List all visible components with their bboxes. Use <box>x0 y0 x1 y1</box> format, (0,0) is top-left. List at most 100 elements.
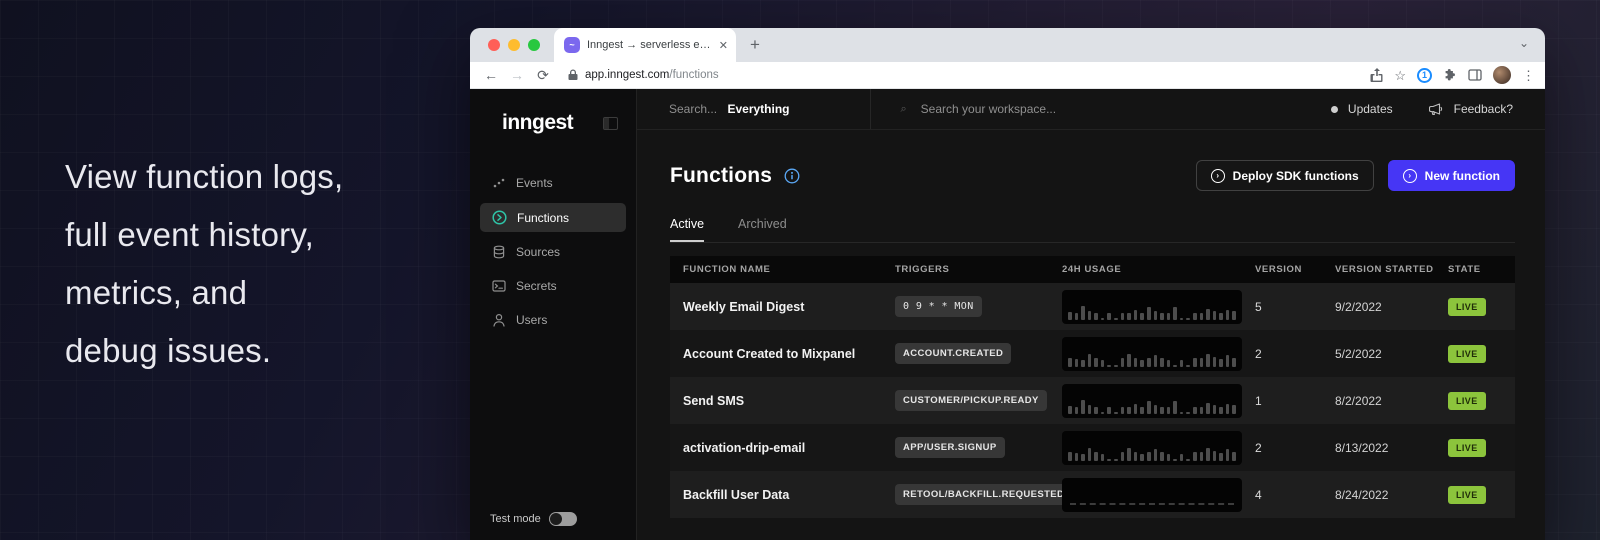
browser-toolbar: ← → ⟳ app.inngest.com/functions ☆ 1 ⋮ <box>470 62 1545 89</box>
trigger-badge: RETOOL/BACKFILL.REQUESTED <box>895 484 1072 505</box>
tab-title: Inngest → serverless event-dri <box>587 39 712 51</box>
state-badge: LIVE <box>1448 392 1486 410</box>
trigger-badge: 0 9 * * MON <box>895 296 982 317</box>
info-icon[interactable] <box>784 168 800 184</box>
collapse-sidebar-icon[interactable] <box>603 117 618 130</box>
lock-icon <box>568 69 578 81</box>
browser-menu-icon[interactable]: ⋮ <box>1522 69 1535 82</box>
trigger-badge: APP/USER.SIGNUP <box>895 437 1005 458</box>
usage-sparkline <box>1062 384 1242 418</box>
state-badge: LIVE <box>1448 345 1486 363</box>
sidebar-item-events[interactable]: Events <box>480 169 626 197</box>
list-tabs: Active Archived <box>670 217 1515 243</box>
state-badge: LIVE <box>1448 298 1486 316</box>
tab-archived[interactable]: Archived <box>738 217 787 242</box>
version-started-date: 8/2/2022 <box>1335 394 1448 408</box>
reload-button[interactable]: ⟳ <box>532 67 554 84</box>
col-version-started: VERSION STARTED <box>1335 264 1448 275</box>
secrets-icon <box>492 280 506 292</box>
state-badge: LIVE <box>1448 486 1486 504</box>
sidebar-item-sources[interactable]: Sources <box>480 238 626 266</box>
function-row[interactable]: activation-drip-email APP/USER.SIGNUP 2 … <box>670 424 1515 471</box>
search-scope-selector[interactable]: Everything <box>727 102 789 116</box>
sidebar-nav: Events Functions Sources Secrets <box>470 161 636 342</box>
close-window-button[interactable] <box>488 39 500 51</box>
feedback-link[interactable]: Feedback? <box>1454 102 1513 116</box>
sidebar-item-secrets[interactable]: Secrets <box>480 272 626 300</box>
hero-line: metrics, and <box>65 264 343 322</box>
function-row[interactable]: Backfill User Data RETOOL/BACKFILL.REQUE… <box>670 471 1515 518</box>
address-bar[interactable]: app.inngest.com/functions <box>558 69 1358 81</box>
function-name: Backfill User Data <box>683 488 895 502</box>
function-row[interactable]: Account Created to Mixpanel ACCOUNT.CREA… <box>670 330 1515 377</box>
browser-tab-strip: ~ Inngest → serverless event-dri ✕ + ⌄ <box>470 28 1545 62</box>
search-icon: ⌕ <box>901 103 907 116</box>
toolbar-icons: ☆ 1 ⋮ <box>1370 66 1535 84</box>
sources-icon <box>492 245 506 259</box>
new-tab-button[interactable]: + <box>750 35 760 55</box>
sidebar-item-users[interactable]: Users <box>480 306 626 334</box>
updates-link[interactable]: Updates <box>1348 102 1393 116</box>
function-name: Weekly Email Digest <box>683 300 895 314</box>
version-started-date: 8/24/2022 <box>1335 488 1448 502</box>
col-function-name: FUNCTION NAME <box>683 264 895 275</box>
topbar-divider <box>870 89 871 129</box>
sidebar-item-label: Functions <box>517 211 569 225</box>
onepassword-extension-icon[interactable]: 1 <box>1417 68 1432 83</box>
inngest-logo: inngest <box>502 111 573 135</box>
updates-dot-icon <box>1331 106 1338 113</box>
events-icon <box>492 176 506 190</box>
browser-window: ~ Inngest → serverless event-dri ✕ + ⌄ ←… <box>470 28 1545 540</box>
functions-icon <box>492 210 507 225</box>
marketing-banner: View function logs, full event history, … <box>0 0 1600 540</box>
side-panel-icon[interactable] <box>1468 69 1482 81</box>
window-controls[interactable] <box>488 39 540 51</box>
trigger-badge: CUSTOMER/PICKUP.READY <box>895 390 1047 411</box>
tab-search-chevron-icon[interactable]: ⌄ <box>1519 36 1529 50</box>
sidebar-item-label: Events <box>516 176 553 190</box>
col-24h-usage: 24H USAGE <box>1062 264 1255 275</box>
function-name: Account Created to Mixpanel <box>683 347 895 361</box>
function-version: 4 <box>1255 488 1335 502</box>
state-badge: LIVE <box>1448 439 1486 457</box>
table-header: FUNCTION NAME TRIGGERS 24H USAGE VERSION… <box>670 256 1515 283</box>
version-started-date: 5/2/2022 <box>1335 347 1448 361</box>
hero-line: View function logs, <box>65 148 343 206</box>
browser-tab[interactable]: ~ Inngest → serverless event-dri ✕ <box>554 28 736 62</box>
page-title: Functions <box>670 164 772 188</box>
function-row[interactable]: Weekly Email Digest 0 9 * * MON 5 9/2/20… <box>670 283 1515 330</box>
usage-sparkline <box>1062 431 1242 465</box>
usage-sparkline <box>1062 478 1242 512</box>
col-triggers: TRIGGERS <box>895 264 1062 275</box>
inngest-favicon: ~ <box>564 37 580 53</box>
functions-table: FUNCTION NAME TRIGGERS 24H USAGE VERSION… <box>670 256 1515 518</box>
function-version: 1 <box>1255 394 1335 408</box>
function-name: Send SMS <box>683 394 895 408</box>
workspace-search-input[interactable]: Search your workspace... <box>921 102 1056 116</box>
minimize-window-button[interactable] <box>508 39 520 51</box>
new-function-button[interactable]: › New function <box>1388 160 1515 191</box>
back-button[interactable]: ← <box>480 67 502 83</box>
function-version: 5 <box>1255 300 1335 314</box>
users-icon <box>492 313 506 327</box>
table-body: Weekly Email Digest 0 9 * * MON 5 9/2/20… <box>670 283 1515 518</box>
usage-sparkline <box>1062 337 1242 371</box>
share-icon[interactable] <box>1370 68 1383 82</box>
profile-avatar[interactable] <box>1493 66 1511 84</box>
function-row[interactable]: Send SMS CUSTOMER/PICKUP.READY 1 8/2/202… <box>670 377 1515 424</box>
maximize-window-button[interactable] <box>528 39 540 51</box>
deploy-sdk-functions-button[interactable]: › Deploy SDK functions <box>1196 160 1374 191</box>
extensions-puzzle-icon[interactable] <box>1443 68 1457 82</box>
test-mode-toggle[interactable] <box>549 512 577 526</box>
tab-active[interactable]: Active <box>670 217 704 242</box>
hero-line: full event history, <box>65 206 343 264</box>
function-name: activation-drip-email <box>683 441 895 455</box>
main-area: Search... Everything ⌕ Search your works… <box>637 89 1545 540</box>
hero-copy: View function logs, full event history, … <box>65 148 343 380</box>
url-text: app.inngest.com/functions <box>585 69 719 81</box>
sidebar-item-functions[interactable]: Functions <box>480 203 626 232</box>
forward-button[interactable]: → <box>506 67 528 83</box>
tab-close-icon[interactable]: ✕ <box>719 39 728 52</box>
usage-sparkline <box>1062 290 1242 324</box>
bookmark-star-icon[interactable]: ☆ <box>1394 69 1406 82</box>
